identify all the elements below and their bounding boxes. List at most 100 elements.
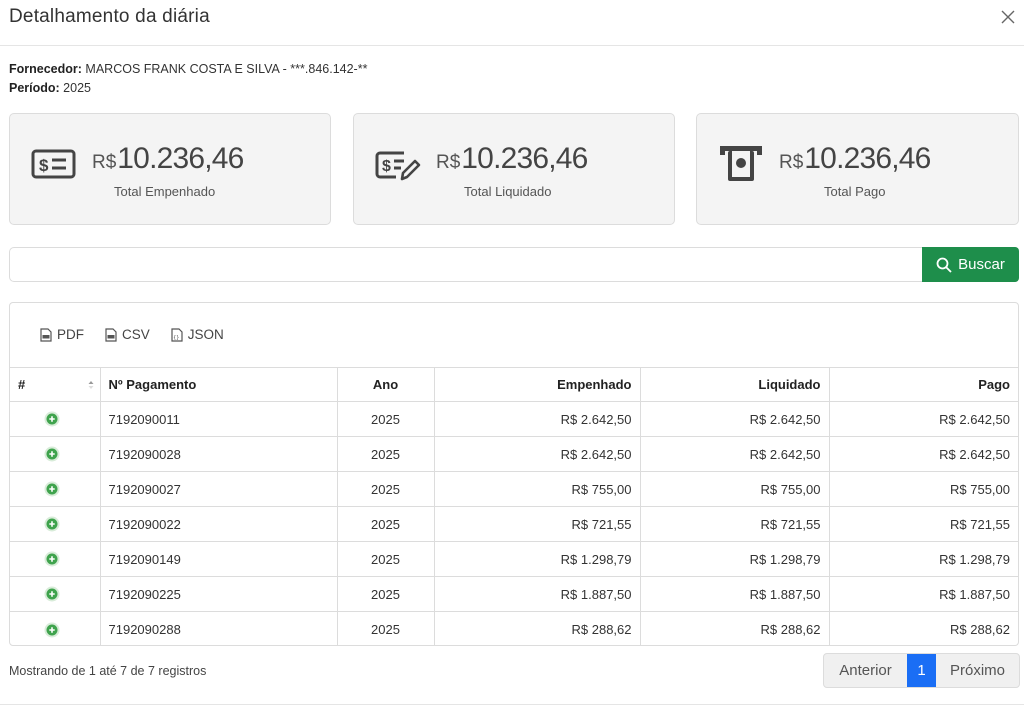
modal-title: Detalhamento da diária — [9, 6, 210, 27]
pagination-previous[interactable]: Anterior — [824, 654, 907, 687]
csv-file-icon — [105, 327, 117, 342]
export-pdf-button[interactable]: PDF — [40, 327, 84, 342]
payments-table: # Nº Pagamento Ano Empenhado Liquidado P… — [10, 367, 1018, 645]
svg-text:{}: {} — [173, 335, 179, 341]
cell-ano: 2025 — [336, 471, 434, 507]
row-expand-cell[interactable] — [10, 471, 100, 507]
cash-register-icon — [720, 146, 762, 181]
cell-ano: 2025 — [336, 436, 434, 472]
search-button[interactable]: Buscar — [922, 247, 1019, 282]
table-row: 7192090149 2025 R$ 1.298,79 R$ 1.298,79 R$ 1… — [10, 541, 1018, 577]
cell-empenhado: R$ 1.298,79 — [433, 541, 640, 577]
cell-pagamento: 7192090022 — [99, 506, 337, 542]
export-json-button[interactable]: {} JSON — [171, 327, 224, 342]
search-icon — [936, 257, 952, 273]
sort-icon — [88, 381, 93, 389]
export-pdf-label: PDF — [57, 327, 84, 342]
cell-pago: R$ 2.642,50 — [828, 401, 1018, 437]
svg-text:$: $ — [382, 158, 391, 175]
search-input[interactable] — [9, 247, 925, 282]
row-expand-cell[interactable] — [10, 611, 100, 645]
export-json-label: JSON — [187, 327, 224, 342]
column-num-label: # — [18, 377, 26, 392]
cell-ano: 2025 — [336, 611, 434, 645]
cell-liquidado: R$ 2.642,50 — [639, 401, 829, 437]
svg-text:$: $ — [39, 156, 49, 175]
cell-liquidado: R$ 288,62 — [639, 611, 829, 645]
cell-pago: R$ 1.887,50 — [828, 576, 1018, 612]
plus-circle-icon[interactable] — [44, 516, 60, 532]
amount-value: 10.236,46 — [461, 142, 588, 175]
cell-pago: R$ 2.642,50 — [828, 436, 1018, 472]
cell-pagamento: 7192090288 — [99, 611, 337, 645]
card-label: Total Empenhado — [114, 184, 216, 199]
column-header-empenhado[interactable]: Empenhado — [433, 367, 640, 402]
table-info: Mostrando de 1 até 7 de 7 registros — [9, 664, 207, 678]
amount-value: 10.236,46 — [804, 142, 931, 175]
pagination-page-1[interactable]: 1 — [907, 654, 936, 687]
pagination: Anterior 1 Próximo — [823, 653, 1020, 688]
cell-ano: 2025 — [336, 401, 434, 437]
modal-footer-divider — [0, 704, 1024, 705]
fornecedor-label: Fornecedor: — [9, 62, 82, 76]
cell-liquidado: R$ 2.642,50 — [639, 436, 829, 472]
export-csv-button[interactable]: CSV — [105, 327, 150, 342]
column-header-pago[interactable]: Pago — [828, 367, 1018, 402]
cell-liquidado: R$ 1.298,79 — [639, 541, 829, 577]
close-button[interactable] — [996, 5, 1020, 29]
periodo-label: Período: — [9, 81, 60, 95]
table-row: 7192090288 2025 R$ 288,62 R$ 288,62 R$ 288,6… — [10, 611, 1018, 645]
currency-prefix: R$ — [92, 152, 117, 173]
periodo-value: 2025 — [59, 81, 91, 95]
plus-circle-icon[interactable] — [44, 622, 60, 638]
table-row: 7192090011 2025 R$ 2.642,50 R$ 2.642,50 R$ 2… — [10, 401, 1018, 437]
cell-liquidado: R$ 755,00 — [639, 471, 829, 507]
currency-prefix: R$ — [779, 152, 804, 173]
card-label: Total Pago — [824, 184, 886, 199]
close-icon — [1001, 10, 1015, 24]
periodo-line: Período: 2025 — [9, 81, 91, 95]
plus-circle-icon[interactable] — [44, 551, 60, 567]
plus-circle-icon[interactable] — [44, 446, 60, 462]
row-expand-cell[interactable] — [10, 506, 100, 542]
card-total-liquidado: $ R$10.236,46 Total Liquidado — [353, 113, 675, 225]
card-label: Total Liquidado — [464, 184, 552, 199]
column-header-pagamento[interactable]: Nº Pagamento — [99, 367, 337, 402]
cell-pagamento: 7192090225 — [99, 576, 337, 612]
column-header-ano[interactable]: Ano — [336, 367, 434, 402]
cell-empenhado: R$ 721,55 — [433, 506, 640, 542]
json-file-icon: {} — [171, 327, 183, 342]
cell-liquidado: R$ 721,55 — [639, 506, 829, 542]
pdf-file-icon — [40, 327, 52, 342]
column-header-num[interactable]: # — [10, 367, 100, 402]
cell-ano: 2025 — [336, 506, 434, 542]
cell-ano: 2025 — [336, 541, 434, 577]
cell-pagamento: 7192090028 — [99, 436, 337, 472]
row-expand-cell[interactable] — [10, 576, 100, 612]
export-csv-label: CSV — [122, 327, 150, 342]
cell-pagamento: 7192090149 — [99, 541, 337, 577]
row-expand-cell[interactable] — [10, 436, 100, 472]
plus-circle-icon[interactable] — [44, 586, 60, 602]
table-panel: PDF CSV {} JSON # Nº Pagamento Ano Empen… — [9, 302, 1019, 646]
plus-circle-icon[interactable] — [44, 481, 60, 497]
column-header-liquidado[interactable]: Liquidado — [639, 367, 829, 402]
cell-pago: R$ 1.298,79 — [828, 541, 1018, 577]
table-row: 7192090022 2025 R$ 721,55 R$ 721,55 R$ 721,5… — [10, 506, 1018, 542]
currency-prefix: R$ — [436, 152, 461, 173]
cell-empenhado: R$ 1.887,50 — [433, 576, 640, 612]
money-check-pen-icon: $ — [375, 151, 421, 181]
cell-pago: R$ 288,62 — [828, 611, 1018, 645]
row-expand-cell[interactable] — [10, 401, 100, 437]
money-bill-icon: $ — [31, 149, 76, 179]
cell-pagamento: 7192090027 — [99, 471, 337, 507]
cell-liquidado: R$ 1.887,50 — [639, 576, 829, 612]
card-total-empenhado: $ R$10.236,46 Total Empenhado — [9, 113, 331, 225]
card-amount: R$10.236,46 — [92, 142, 244, 176]
table-row: 7192090225 2025 R$ 1.887,50 R$ 1.887,50 R$ 1… — [10, 576, 1018, 612]
pagination-next[interactable]: Próximo — [936, 654, 1019, 687]
cell-empenhado: R$ 2.642,50 — [433, 436, 640, 472]
plus-circle-icon[interactable] — [44, 411, 60, 427]
row-expand-cell[interactable] — [10, 541, 100, 577]
table-row: 7192090027 2025 R$ 755,00 R$ 755,00 R$ 755,0… — [10, 471, 1018, 507]
